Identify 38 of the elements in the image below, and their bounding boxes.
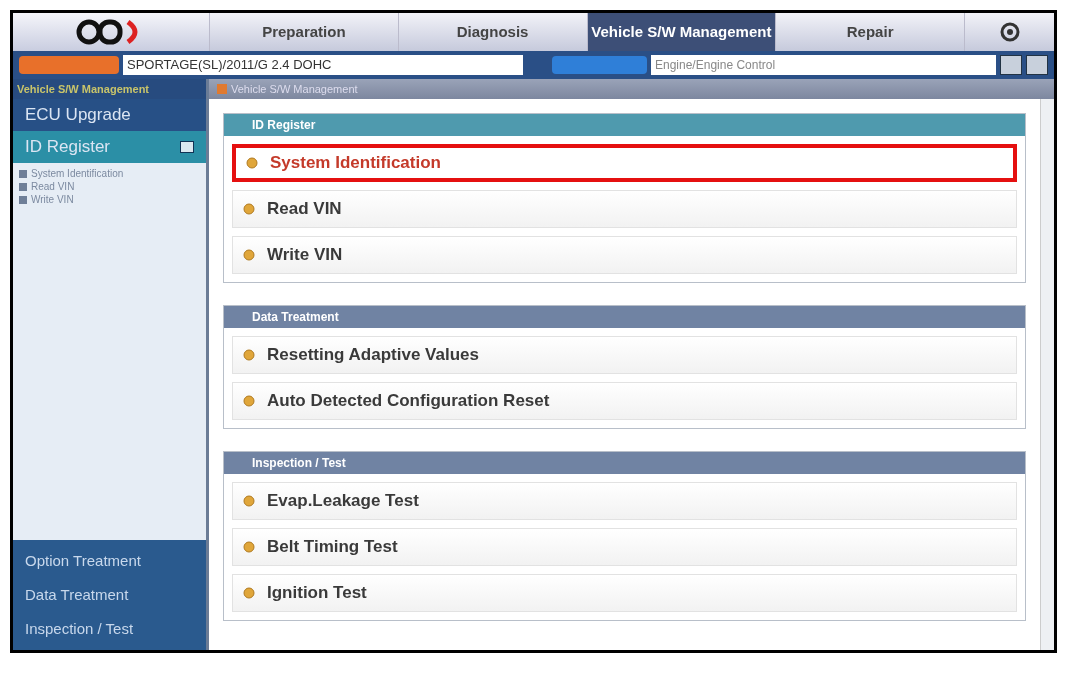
section-header: ID Register — [224, 114, 1025, 136]
scrollbar[interactable] — [1040, 99, 1054, 650]
section-header: Inspection / Test — [224, 452, 1025, 474]
menu-item[interactable]: Resetting Adaptive Values — [232, 336, 1017, 374]
sidebar-item[interactable]: Inspection / Test — [13, 612, 206, 646]
sidebar-item[interactable]: ECU Upgrade — [13, 99, 206, 131]
nav-tab[interactable]: Vehicle S/W Management — [586, 13, 776, 51]
bullet-icon — [243, 395, 255, 407]
bullet-icon — [243, 349, 255, 361]
bullet-icon — [246, 157, 258, 169]
menu-item[interactable]: System Identification — [232, 144, 1017, 182]
vehicle-field[interactable]: SPORTAGE(SL)/2011/G 2.4 DOHC — [123, 55, 523, 75]
collapse-icon — [180, 141, 194, 153]
sidebar-item[interactable]: Option Treatment — [13, 544, 206, 578]
content-title: Vehicle S/W Management — [231, 81, 358, 97]
bullet-icon — [243, 203, 255, 215]
menu-item[interactable]: Read VIN — [232, 190, 1017, 228]
sidebar-item[interactable]: Data Treatment — [13, 578, 206, 612]
system-field[interactable]: Engine/Engine Control — [651, 55, 996, 75]
toolbar-button[interactable] — [1026, 55, 1048, 75]
menu-item[interactable]: Write VIN — [232, 236, 1017, 274]
section-header: Data Treatment — [224, 306, 1025, 328]
nav-tab[interactable]: Repair — [775, 13, 964, 51]
menu-item[interactable]: Auto Detected Configuration Reset — [232, 382, 1017, 420]
menu-item[interactable]: Belt Timing Test — [232, 528, 1017, 566]
nav-tab[interactable]: Preparation — [209, 13, 398, 51]
menu-item[interactable]: Evap.Leakage Test — [232, 482, 1017, 520]
bullet-icon — [243, 495, 255, 507]
nav-tab[interactable]: Diagnosis — [397, 13, 587, 51]
toolbar-button[interactable] — [1000, 55, 1022, 75]
folder-icon — [217, 84, 227, 94]
menu-item[interactable]: Ignition Test — [232, 574, 1017, 612]
sidebar-title: Vehicle S/W Management — [13, 79, 206, 99]
bullet-icon — [243, 587, 255, 599]
bullet-icon — [243, 249, 255, 261]
bullet-icon — [243, 541, 255, 553]
settings-button[interactable] — [964, 13, 1054, 51]
settings-icon — [999, 22, 1020, 42]
